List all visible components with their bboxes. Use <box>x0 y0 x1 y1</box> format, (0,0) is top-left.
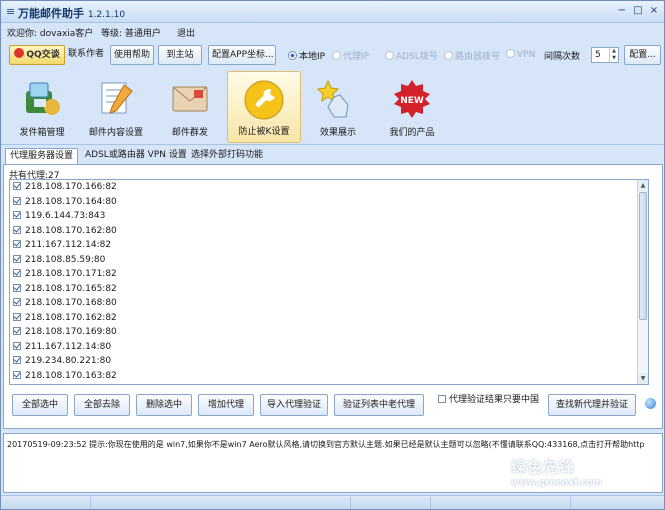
checkbox[interactable] <box>13 327 21 335</box>
outbox-icon <box>26 82 60 115</box>
nav-anti-block[interactable]: 防止被K设置 <box>227 71 301 143</box>
svg-text:NEW: NEW <box>400 96 424 106</box>
log-line: 20170519-09:23:52 提示:你现在使用的是 win7,如果你不是w… <box>7 440 645 449</box>
checkbox[interactable] <box>13 370 21 379</box>
config-app-button[interactable]: 配置APP坐标... <box>208 45 276 65</box>
status-segment <box>351 497 431 509</box>
list-item[interactable]: 218.108.85.59:80 <box>13 254 105 268</box>
user-level: 等级: 普通用户 <box>101 29 161 39</box>
delete-selected-button[interactable]: 删除选中 <box>136 394 192 416</box>
nav-effect-display[interactable]: 效果展示 <box>301 71 375 143</box>
contact-author-link[interactable]: 联系作者 <box>65 45 105 65</box>
minimize-button[interactable]: − <box>615 4 629 18</box>
radio-local-ip[interactable]: 本地IP <box>288 49 325 62</box>
config-button[interactable]: 配置... <box>624 45 661 65</box>
checkbox[interactable] <box>13 341 21 350</box>
qq-icon <box>14 48 25 58</box>
close-button[interactable]: × <box>647 4 661 18</box>
tab-adsl-router-vpn[interactable]: ADSL或路由器 VPN 设置 <box>81 148 191 164</box>
hand-pointer-icon <box>316 79 349 118</box>
proxy-list[interactable]: 218.108.170.166:82 218.108.170.164:80 11… <box>9 179 649 385</box>
list-item[interactable]: 218.108.170.169:80 <box>13 326 117 340</box>
checkbox[interactable] <box>13 225 21 234</box>
verify-old-proxies-button[interactable]: 验证列表中老代理 <box>334 394 424 416</box>
list-item[interactable]: 218.108.170.163:82 <box>13 370 117 384</box>
status-segment <box>431 497 571 509</box>
system-menu-icon[interactable]: ≡ <box>6 5 15 18</box>
find-new-proxy-button[interactable]: 查找新代理并验证 <box>548 394 636 416</box>
radio-vpn[interactable]: VPN <box>506 49 535 60</box>
status-bar <box>1 495 664 509</box>
checkbox[interactable] <box>13 312 21 321</box>
welcome-text: 欢迎你: dovaxia客户 <box>7 29 94 39</box>
help-button[interactable]: 使用帮助 <box>110 45 154 65</box>
toolbar: QQ交谈 联系作者 使用帮助 到主站 配置APP坐标... 本地IP 代理IP … <box>1 41 664 69</box>
list-item[interactable]: 218.108.170.166:82 <box>13 181 117 195</box>
status-segment <box>91 497 351 509</box>
list-item[interactable]: 218.108.170.165:82 <box>13 283 117 297</box>
scroll-down-icon[interactable]: ▼ <box>638 373 648 384</box>
nav-outbox-manager[interactable]: 发件箱管理 <box>5 71 79 143</box>
envelope-icon <box>172 86 208 112</box>
nav-bulk-send[interactable]: 邮件群发 <box>153 71 227 143</box>
radio-proxy-ip[interactable]: 代理IP <box>332 49 369 62</box>
window-title: 万能邮件助手 1.2.1.10 <box>18 7 126 20</box>
checkbox[interactable] <box>13 283 21 292</box>
main-site-button[interactable]: 到主站 <box>158 45 202 65</box>
qq-chat-button[interactable]: QQ交谈 <box>9 45 65 65</box>
import-verify-button[interactable]: 导入代理验证 <box>260 394 328 416</box>
mail-content-icon <box>101 82 133 114</box>
logout-link[interactable]: 退出 <box>177 26 195 39</box>
select-all-button[interactable]: 全部选中 <box>12 394 68 416</box>
remove-all-button[interactable]: 全部去除 <box>74 394 130 416</box>
app-window: ≡ 万能邮件助手 1.2.1.10 − □ × 欢迎你: dovaxia客户 等… <box>0 0 665 510</box>
checkbox[interactable] <box>13 254 21 263</box>
interval-label: 间隔次数 <box>544 52 581 62</box>
tab-captcha[interactable]: 选择外部打码功能 <box>187 148 267 164</box>
nav-our-products[interactable]: NEW 我们的产品 <box>375 71 449 143</box>
list-item[interactable]: 218.108.170.168:80 <box>13 297 117 311</box>
list-item[interactable]: 219.234.80.221:80 <box>13 355 111 369</box>
log-output[interactable]: 20170519-09:23:52 提示:你现在使用的是 win7,如果你不是w… <box>3 433 663 493</box>
add-proxy-button[interactable]: 增加代理 <box>198 394 254 416</box>
interval-stepper[interactable]: 5 ▲ ▼ <box>591 47 619 63</box>
checkbox[interactable] <box>13 298 21 306</box>
list-item[interactable]: 211.167.112.14:82 <box>13 239 111 253</box>
new-badge-icon: NEW <box>394 80 430 118</box>
maximize-button[interactable]: □ <box>631 4 645 18</box>
checkbox[interactable] <box>13 182 21 190</box>
proxy-actions: 全部选中 全部去除 删除选中 增加代理 导入代理验证 验证列表中老代理 代理验证… <box>4 387 662 425</box>
checkbox[interactable] <box>13 240 21 248</box>
wrench-icon <box>244 80 284 120</box>
list-item[interactable]: 218.108.170.162:80 <box>13 225 117 239</box>
list-item[interactable]: 218.108.170.171:82 <box>13 268 117 282</box>
list-item[interactable]: 218.108.170.162:82 <box>13 312 117 326</box>
scroll-thumb[interactable] <box>639 192 647 320</box>
checkbox[interactable] <box>13 269 21 277</box>
radio-adsl[interactable]: ADSL拨号 <box>385 49 438 62</box>
stepper-arrows-icon[interactable]: ▲ ▼ <box>609 48 618 62</box>
checkbox[interactable] <box>13 211 21 219</box>
title-bar: ≡ 万能邮件助手 1.2.1.10 − □ × <box>1 1 664 23</box>
radio-router[interactable]: 路由器拨号 <box>444 49 500 62</box>
help-orb-icon[interactable] <box>645 398 656 409</box>
checkbox[interactable] <box>13 196 21 205</box>
main-nav: 发件箱管理 邮件内容设置 邮件群发 防止被K设置 效果展示 NEW 我们的产品 <box>1 69 664 145</box>
list-scrollbar[interactable]: ▲ ▼ <box>637 180 648 384</box>
list-item[interactable]: 218.108.170.164:80 <box>13 196 117 210</box>
proxy-panel: 共有代理:27 218.108.170.166:82 218.108.170.1… <box>3 164 663 429</box>
settings-tabs: 代理服务器设置 ADSL或路由器 VPN 设置 选择外部打码功能 <box>1 146 664 164</box>
scroll-up-icon[interactable]: ▲ <box>638 180 648 191</box>
list-item[interactable]: 119.6.144.73:843 <box>13 210 105 224</box>
status-segment <box>1 497 91 509</box>
nav-mail-content[interactable]: 邮件内容设置 <box>79 71 153 143</box>
only-china-checkbox[interactable]: 代理验证结果只要中国 <box>438 392 539 405</box>
list-item[interactable]: 211.167.112.14:80 <box>13 341 111 355</box>
user-bar: 欢迎你: dovaxia客户 等级: 普通用户 退出 <box>1 23 664 41</box>
checkbox[interactable] <box>13 356 21 364</box>
tab-proxy-settings[interactable]: 代理服务器设置 <box>5 148 79 164</box>
